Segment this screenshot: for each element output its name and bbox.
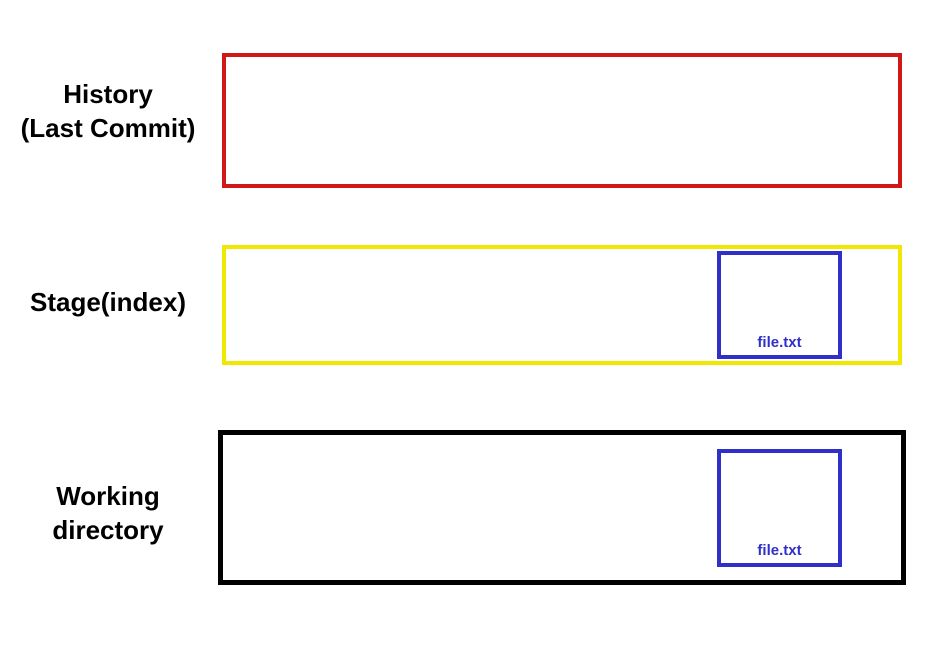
history-label: History (Last Commit) — [8, 78, 208, 146]
working-file-box: file.txt — [717, 449, 842, 567]
stage-file-label: file.txt — [757, 334, 801, 351]
stage-label-text: Stage(index) — [8, 286, 208, 320]
working-label-line2: directory — [18, 514, 198, 548]
working-label-line1: Working — [18, 480, 198, 514]
history-box — [222, 53, 902, 188]
working-file-label: file.txt — [757, 542, 801, 559]
working-directory-label: Working directory — [18, 480, 198, 548]
stage-file-box: file.txt — [717, 251, 842, 359]
history-label-line1: History — [8, 78, 208, 112]
stage-label: Stage(index) — [8, 286, 208, 320]
history-label-line2: (Last Commit) — [8, 112, 208, 146]
